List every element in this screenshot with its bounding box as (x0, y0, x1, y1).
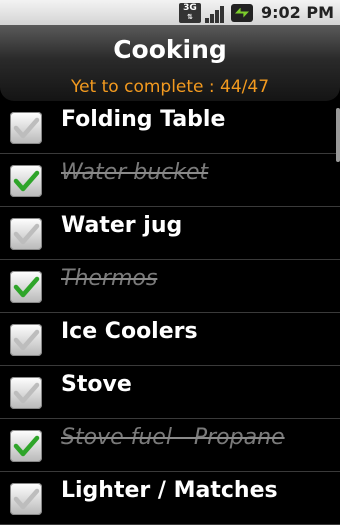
checkmark-icon (13, 276, 40, 298)
status-bar: 3G ⇅ 9:02 PM (0, 0, 340, 25)
list-item[interactable]: Folding Table (0, 101, 340, 154)
item-label: Stove (61, 372, 132, 397)
item-label: Thermos (61, 266, 158, 291)
checkmark-icon (13, 223, 40, 245)
checkmark-icon (13, 435, 40, 457)
clock: 9:02 PM (260, 3, 334, 22)
page-title: Cooking (113, 35, 227, 64)
list-item[interactable]: Lighter / Matches (0, 472, 340, 525)
checkbox-unchecked[interactable] (10, 218, 42, 250)
checklist: Folding Table Water bucket Water jug Thermo… (0, 101, 340, 525)
item-label: Stove fuel - Propane (61, 425, 285, 450)
scrollbar[interactable] (336, 108, 340, 162)
checkbox-checked[interactable] (10, 165, 42, 197)
item-label: Ice Coolers (61, 319, 198, 344)
checkmark-icon (13, 329, 40, 351)
item-label: Lighter / Matches (61, 478, 278, 503)
item-label: Folding Table (61, 107, 226, 132)
checkmark-icon (13, 117, 40, 139)
network-type-label: 3G (183, 2, 197, 13)
list-item[interactable]: Ice Coolers (0, 313, 340, 366)
checkbox-unchecked[interactable] (10, 324, 42, 356)
checkbox-checked[interactable] (10, 430, 42, 462)
network-3g-icon: 3G ⇅ (178, 2, 201, 23)
list-item[interactable]: Water bucket (0, 154, 340, 207)
signal-strength-icon (204, 3, 227, 23)
checkmark-icon (13, 170, 40, 192)
battery-charging-icon (230, 3, 253, 22)
checkbox-unchecked[interactable] (10, 112, 42, 144)
checkbox-unchecked[interactable] (10, 483, 42, 515)
progress-text: Yet to complete : 44/47 (70, 77, 270, 97)
list-item[interactable]: Stove (0, 366, 340, 419)
list-item[interactable]: Thermos (0, 260, 340, 313)
list-item[interactable]: Stove fuel - Propane (0, 419, 340, 472)
checkbox-unchecked[interactable] (10, 377, 42, 409)
item-label: Water jug (61, 213, 183, 238)
checkmark-icon (13, 382, 40, 404)
checkmark-icon (13, 488, 40, 510)
list-item[interactable]: Water jug (0, 207, 340, 260)
item-label: Water bucket (61, 160, 209, 185)
checkbox-checked[interactable] (10, 271, 42, 303)
list-header: Cooking Yet to complete : 44/47 (0, 25, 340, 101)
